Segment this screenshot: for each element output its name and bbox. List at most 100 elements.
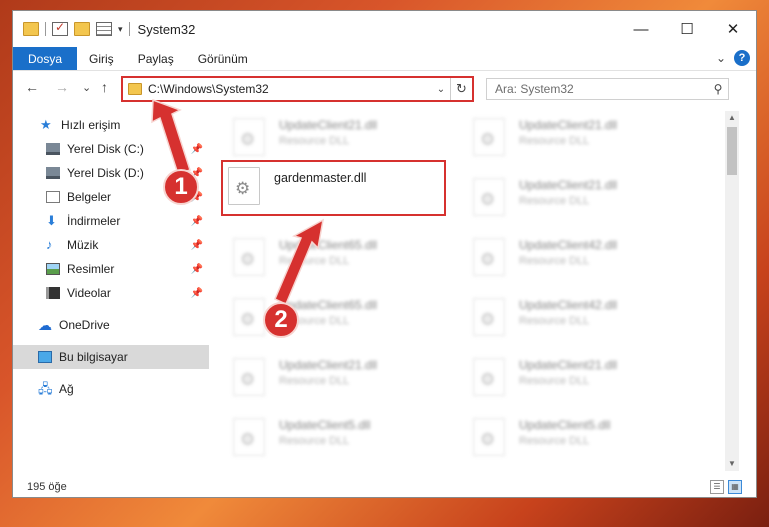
sidebar-item-label: Bu bilgisayar	[59, 350, 128, 364]
title-bar: ▾ System32 — ☐ ✕	[13, 11, 756, 47]
documents-icon	[46, 191, 60, 203]
pin-icon[interactable]: 📌	[191, 216, 203, 227]
file-description: Resource DLL	[519, 255, 590, 267]
pin-icon[interactable]: 📌	[191, 264, 203, 275]
tab-view[interactable]: Görünüm	[186, 47, 260, 70]
maximize-button[interactable]: ☐	[664, 11, 710, 47]
sidebar-item-label: Belgeler	[67, 190, 112, 204]
list-item[interactable]: UpdateClient21.dll Resource DLL	[233, 354, 463, 404]
explorer-window: ▾ System32 — ☐ ✕ Dosya Giriş Paylaş Görü…	[12, 10, 757, 498]
status-bar: 195 öğe ☰ ▦	[13, 477, 756, 497]
properties-icon[interactable]	[96, 22, 112, 36]
dll-file-icon	[473, 418, 505, 456]
dll-file-icon	[473, 358, 505, 396]
dll-file-icon	[233, 238, 265, 276]
address-path[interactable]: C:\Windows\System32	[148, 82, 432, 96]
file-name: UpdateClient21.dll	[519, 358, 618, 372]
dll-file-icon	[473, 298, 505, 336]
list-item[interactable]: UpdateClient5.dll Resource DLL	[233, 414, 463, 464]
close-button[interactable]: ✕	[710, 11, 756, 47]
address-row: ← → ⌄ ↑ C:\Windows\System32 ⌄ ↻ Ara: Sys…	[13, 73, 756, 103]
ribbon-right-controls: ⌄ ?	[716, 50, 750, 66]
forward-arrow-icon[interactable]: →	[55, 79, 69, 95]
file-description: Resource DLL	[519, 195, 590, 207]
file-name: UpdateClient21.dll	[279, 358, 378, 372]
list-item[interactable]: UpdateClient5.dll Resource DLL	[473, 414, 703, 464]
navigation-pane: ★ Hızlı erişim Yerel Disk (C:) 📌 Yerel D…	[13, 111, 209, 471]
back-arrow-icon[interactable]: ←	[25, 79, 39, 95]
file-name: UpdateClient42.dll	[519, 238, 618, 252]
sidebar-item-onedrive[interactable]: ☁ OneDrive	[13, 313, 209, 337]
customize-toolbar-chevron-icon[interactable]: ▾	[118, 24, 123, 35]
step-1-badge: 1	[163, 169, 199, 205]
list-item[interactable]: UpdateClient21.dll Resource DLL	[473, 114, 703, 164]
folder-icon	[23, 22, 39, 36]
vertical-scrollbar[interactable]: ▲ ▼	[725, 111, 739, 471]
sidebar-item-videos[interactable]: Videolar 📌	[13, 281, 209, 305]
sidebar-item-label: Müzik	[67, 238, 99, 252]
sidebar-item-label: Ağ	[59, 382, 74, 396]
sidebar-item-this-pc[interactable]: Bu bilgisayar	[13, 345, 209, 369]
pin-icon[interactable]: 📌	[191, 288, 203, 299]
scroll-down-arrow-icon[interactable]: ▼	[725, 457, 739, 471]
file-name: UpdateClient5.dll	[279, 418, 371, 432]
sidebar-item-downloads[interactable]: ⬇ İndirmeler 📌	[13, 209, 209, 233]
list-item[interactable]: UpdateClient21.dll Resource DLL	[233, 114, 463, 164]
sidebar-item-music[interactable]: ♪ Müzik 📌	[13, 233, 209, 257]
tab-share[interactable]: Paylaş	[126, 47, 186, 70]
step-2-badge: 2	[263, 302, 299, 338]
sidebar-item-quick-access[interactable]: ★ Hızlı erişim	[13, 113, 209, 137]
highlighted-file-item[interactable]: gardenmaster.dll	[228, 165, 366, 205]
file-name[interactable]: gardenmaster.dll	[274, 171, 366, 185]
tab-home[interactable]: Giriş	[77, 47, 126, 70]
address-bar[interactable]: C:\Windows\System32 ⌄ ↻	[121, 76, 474, 102]
expand-ribbon-chevron-icon[interactable]: ⌄	[716, 51, 726, 65]
scrollbar-thumb[interactable]	[727, 127, 737, 175]
sidebar-item-network[interactable]: 🖧 Ağ	[13, 377, 209, 401]
sidebar-item-pictures[interactable]: Resimler 📌	[13, 257, 209, 281]
up-arrow-icon[interactable]: ↑	[101, 79, 108, 95]
search-box[interactable]: Ara: System32 ⚲	[486, 78, 729, 100]
download-icon: ⬇	[46, 213, 57, 228]
refresh-button[interactable]: ↻	[450, 78, 472, 100]
star-icon: ★	[40, 117, 52, 132]
details-view-icon[interactable]: ☰	[710, 480, 724, 494]
address-dropdown-chevron-icon[interactable]: ⌄	[432, 84, 450, 95]
help-icon[interactable]: ?	[734, 50, 750, 66]
toolbar-divider	[128, 22, 130, 36]
file-name: UpdateClient42.dll	[519, 298, 618, 312]
large-icons-view-icon[interactable]: ▦	[728, 480, 742, 494]
dll-file-icon	[233, 418, 265, 456]
list-item[interactable]: UpdateClient21.dll Resource DLL	[473, 354, 703, 404]
search-placeholder[interactable]: Ara: System32	[495, 82, 708, 96]
music-icon: ♪	[46, 237, 53, 252]
scroll-up-arrow-icon[interactable]: ▲	[725, 111, 739, 125]
search-icon[interactable]: ⚲	[708, 82, 728, 96]
sidebar-item-local-disk-c[interactable]: Yerel Disk (C:) 📌	[13, 137, 209, 161]
new-folder-icon[interactable]	[74, 22, 90, 36]
file-description: Resource DLL	[279, 435, 350, 447]
list-item[interactable]: UpdateClient42.dll Resource DLL	[473, 234, 703, 284]
sidebar-item-label: İndirmeler	[67, 214, 121, 228]
file-description: Resource DLL	[519, 135, 590, 147]
dll-file-icon	[228, 167, 260, 205]
network-icon: 🖧	[38, 381, 53, 396]
pin-icon[interactable]: 📌	[191, 144, 203, 155]
file-description: Resource DLL	[279, 135, 350, 147]
dll-file-icon	[473, 178, 505, 216]
minimize-button[interactable]: —	[618, 11, 664, 47]
properties-check-icon[interactable]	[52, 20, 68, 36]
dll-file-icon	[233, 118, 265, 156]
recent-locations-chevron-icon[interactable]: ⌄	[82, 81, 91, 94]
dll-file-icon	[233, 298, 265, 336]
folder-icon	[128, 83, 142, 95]
file-name: UpdateClient21.dll	[279, 118, 378, 132]
list-item[interactable]: UpdateClient65.dll Resource DLL	[233, 234, 463, 284]
sidebar-item-label: Yerel Disk (D:)	[67, 166, 144, 180]
tab-file[interactable]: Dosya	[13, 47, 78, 70]
file-name: UpdateClient21.dll	[519, 178, 618, 192]
dll-file-icon	[233, 358, 265, 396]
pin-icon[interactable]: 📌	[191, 240, 203, 251]
list-item[interactable]: UpdateClient42.dll Resource DLL	[473, 294, 703, 344]
list-item[interactable]: UpdateClient21.dll Resource DLL	[473, 174, 703, 224]
